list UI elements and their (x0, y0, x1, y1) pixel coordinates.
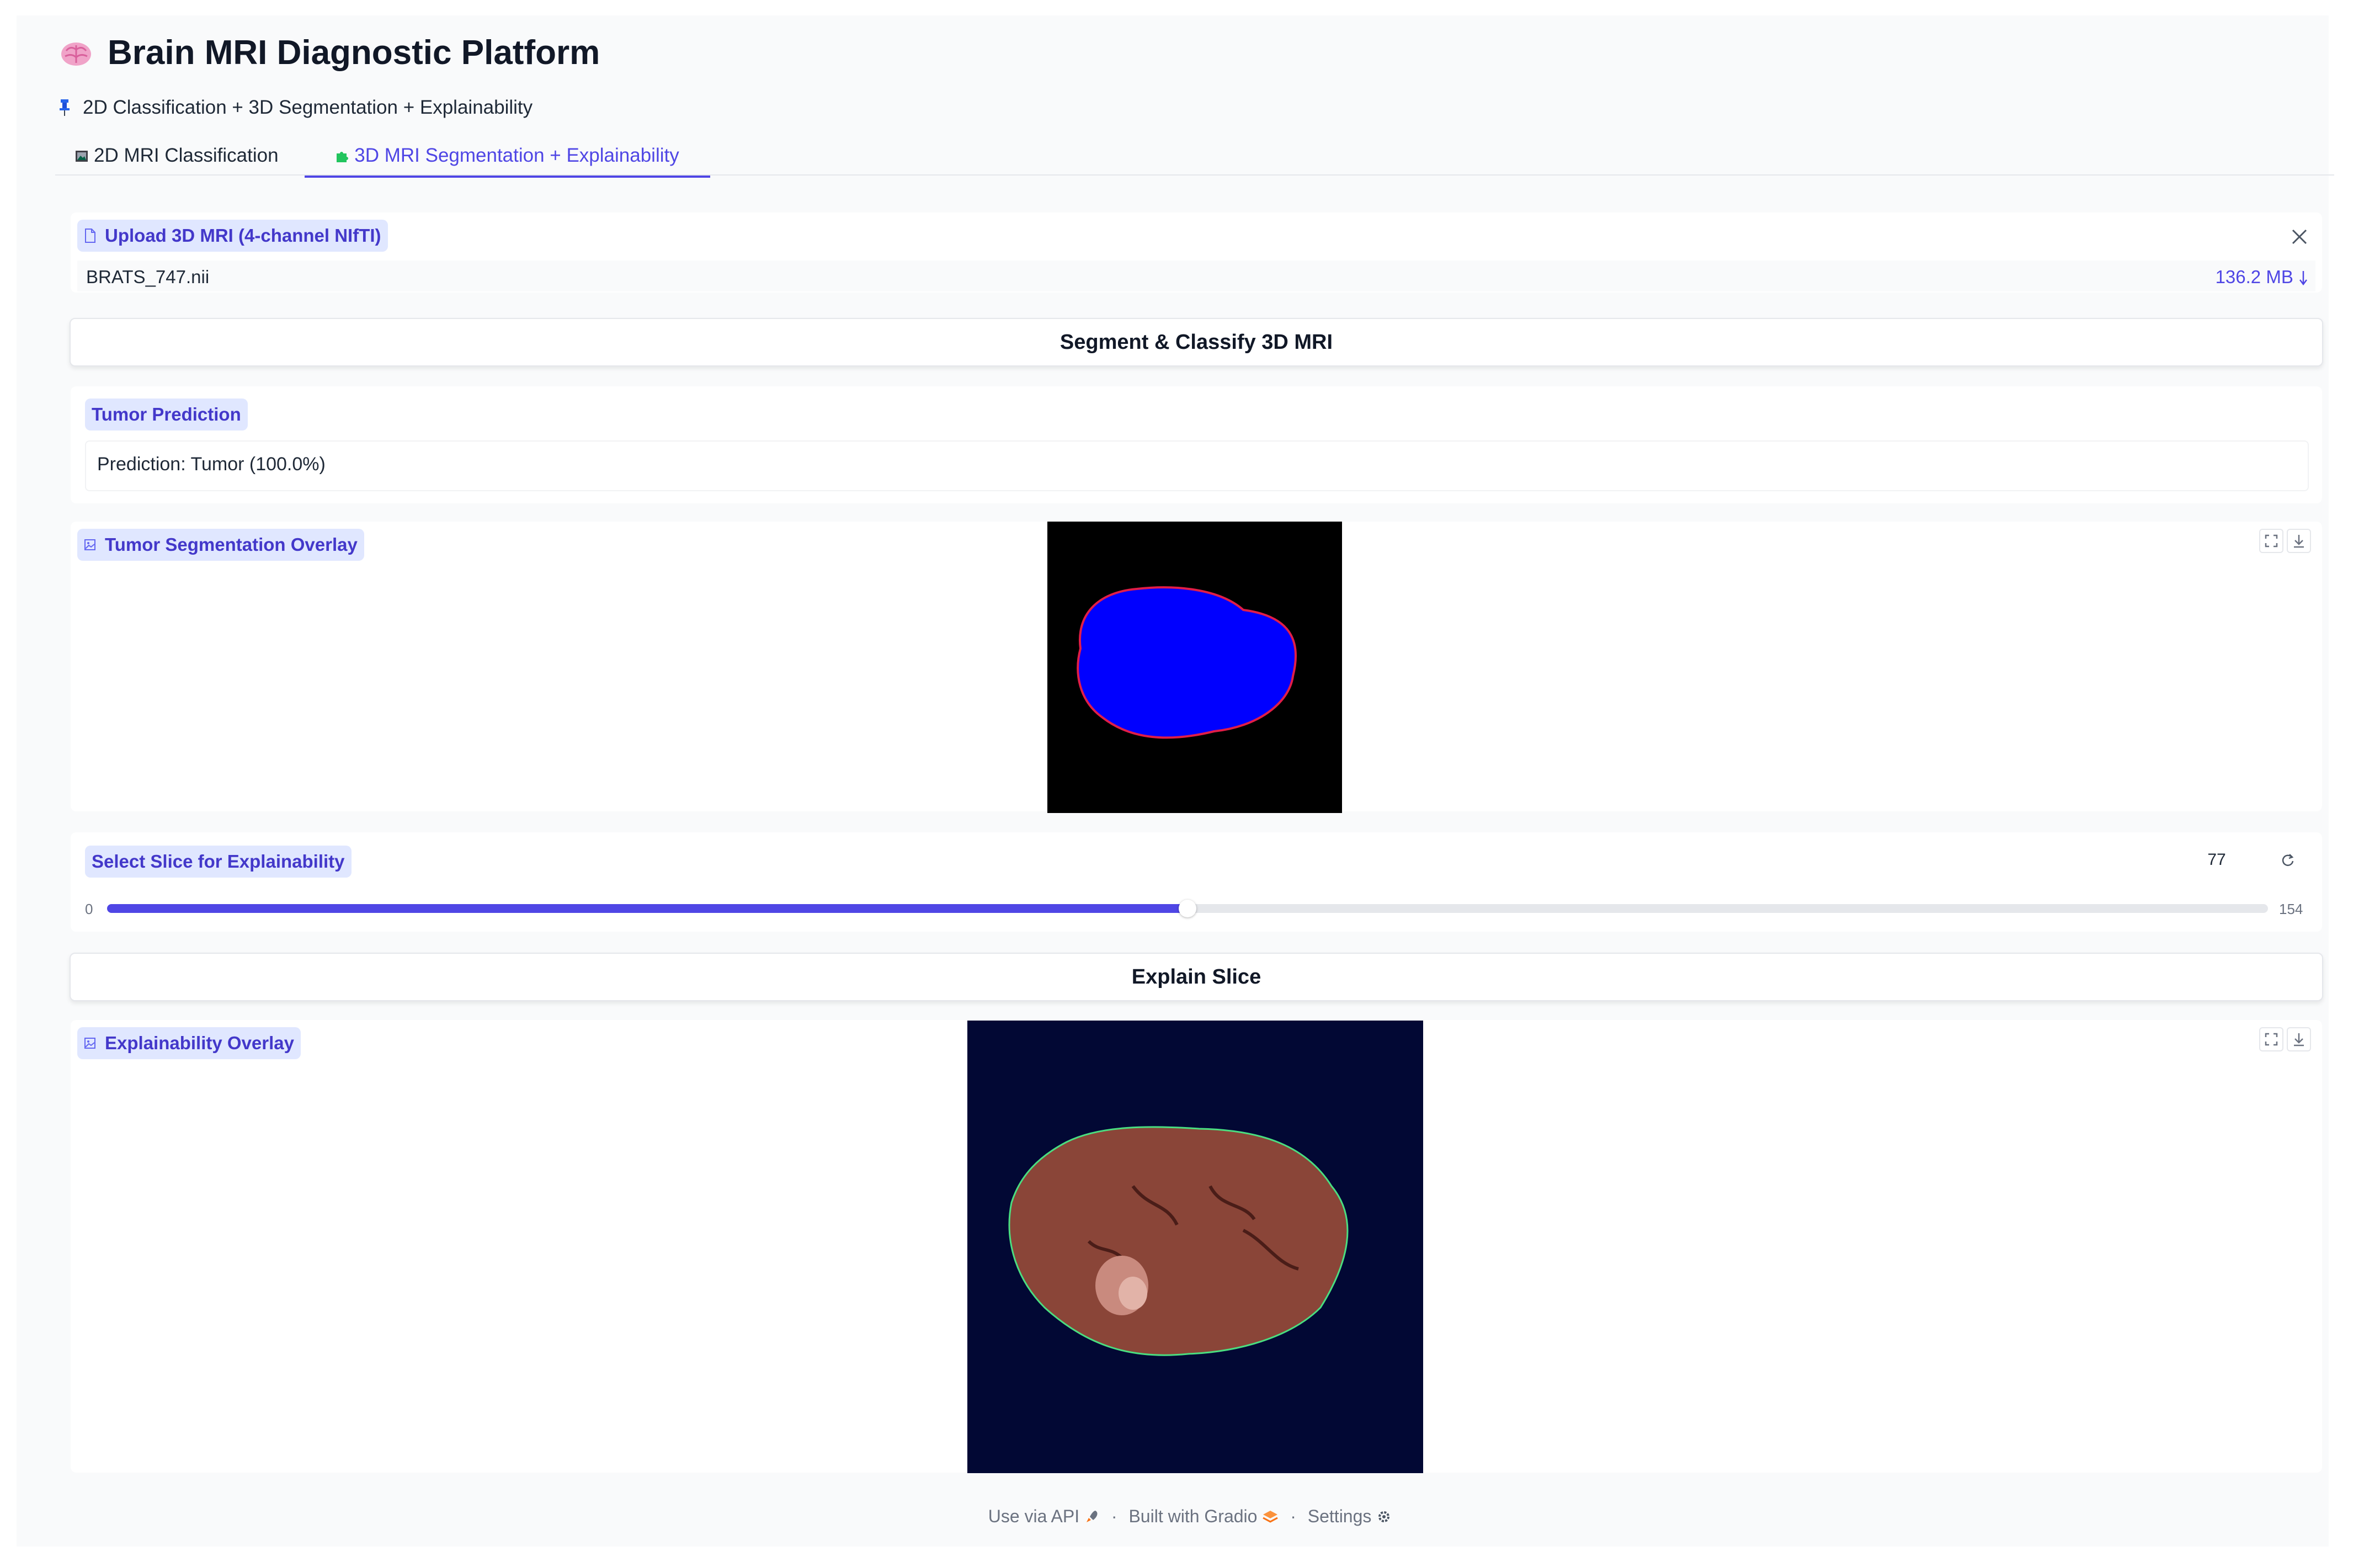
gear-icon (1378, 1511, 1390, 1522)
use-via-api-link[interactable]: Use via API (988, 1506, 1105, 1526)
download-arrow-icon (2299, 271, 2307, 286)
page-subtitle: 2D Classification + 3D Segmentation + Ex… (83, 97, 533, 118)
segment-classify-button[interactable]: Segment & Classify 3D MRI (70, 318, 2323, 366)
file-size-download-link[interactable]: 136.2 MB (2216, 265, 2308, 289)
page-title: Brain MRI Diagnostic Platform (108, 34, 600, 72)
slider-min-label: 0 (85, 901, 93, 917)
settings-link[interactable]: Settings (1308, 1506, 1392, 1526)
file-name: BRATS_747.nii (86, 267, 210, 287)
slider-fill (107, 904, 1188, 913)
segment-classify-button-label: Segment & Classify 3D MRI (1059, 330, 1333, 354)
upload-label-text: Upload 3D MRI (4-channel NIfTI) (105, 225, 381, 246)
upload-label: Upload 3D MRI (4-channel NIfTI) (77, 220, 388, 252)
close-icon (2292, 229, 2307, 245)
reset-icon (2282, 854, 2294, 866)
use-via-api-label: Use via API (988, 1506, 1080, 1526)
fullscreen-icon (2265, 534, 2278, 548)
slider-max-label: 154 (2279, 901, 2303, 917)
brain-icon (61, 42, 91, 66)
slice-slider-panel (71, 832, 2322, 932)
download-icon (2294, 535, 2304, 548)
prediction-label: Tumor Prediction (85, 399, 248, 431)
prediction-text: Prediction: Tumor (100.0%) (97, 454, 326, 475)
slider-track[interactable] (107, 900, 2268, 917)
slider-label-text: Select Slice for Explainability (92, 851, 345, 872)
gradio-logo-icon (1263, 1511, 1279, 1523)
tab-2d-classification-label: 2D MRI Classification (94, 145, 279, 166)
segmentation-label-text: Tumor Segmentation Overlay (105, 534, 358, 555)
footer: Use via API · Built with Gradio · Settin… (0, 1503, 2380, 1529)
framed-picture-icon (76, 151, 88, 162)
explain-slice-button[interactable]: Explain Slice (70, 953, 2323, 1001)
download-button[interactable] (2287, 529, 2311, 553)
tab-divider (55, 174, 2334, 176)
footer-separator: · (1111, 1506, 1117, 1526)
segmentation-label: Tumor Segmentation Overlay (77, 529, 364, 561)
prediction-textbox[interactable] (85, 440, 2309, 491)
explainability-overlay-image (967, 1021, 1423, 1473)
image-icon (84, 1038, 95, 1049)
uploaded-file-row (77, 261, 2315, 291)
slider-thumb[interactable] (1179, 900, 1196, 917)
file-icon (85, 229, 95, 243)
explain-slice-button-label: Explain Slice (1131, 965, 1261, 989)
explainability-label-text: Explainability Overlay (105, 1033, 294, 1053)
segmentation-overlay-image (1047, 522, 1342, 813)
settings-label: Settings (1307, 1506, 1372, 1526)
fullscreen-button[interactable] (2259, 1027, 2283, 1051)
fullscreen-button[interactable] (2259, 529, 2283, 553)
reset-button[interactable] (2273, 846, 2302, 874)
download-button[interactable] (2287, 1027, 2311, 1051)
tab-2d-classification[interactable]: 2D MRI Classification (75, 140, 279, 178)
close-button[interactable] (2285, 222, 2314, 252)
footer-separator: · (1290, 1506, 1296, 1526)
slice-number-input[interactable]: 77 (2186, 846, 2247, 874)
explainability-label: Explainability Overlay (77, 1027, 301, 1059)
slider-label: Select Slice for Explainability (85, 846, 352, 878)
image-icon (84, 539, 95, 550)
download-icon (2294, 1033, 2304, 1046)
prediction-label-text: Tumor Prediction (92, 404, 241, 424)
built-with-gradio-label: Built with Gradio (1128, 1506, 1258, 1526)
file-size: 136.2 MB (2215, 267, 2293, 287)
built-with-gradio-link[interactable]: Built with Gradio (1128, 1506, 1284, 1526)
tab-3d-segmentation[interactable]: 3D MRI Segmentation + Explainability (305, 140, 710, 178)
tab-3d-segmentation-label: 3D MRI Segmentation + Explainability (354, 145, 679, 166)
puzzle-icon (337, 152, 349, 162)
fullscreen-icon (2265, 1033, 2278, 1046)
rocket-icon (1087, 1511, 1098, 1522)
pushpin-icon (60, 99, 70, 116)
